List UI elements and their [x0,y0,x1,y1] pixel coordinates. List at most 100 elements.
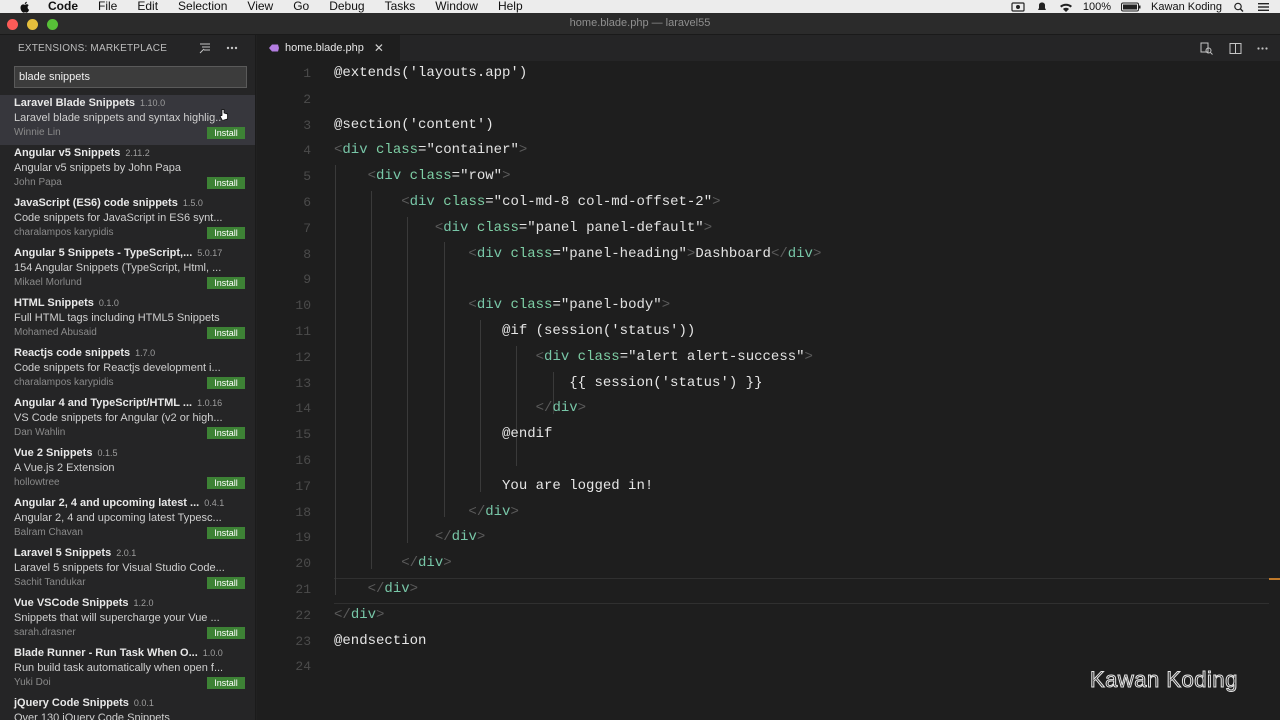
code-line[interactable]: 2 [257,87,1280,113]
extension-author: hollowtree [14,477,60,488]
code-line[interactable]: 15 @endif [257,422,1280,448]
code-line[interactable]: 9 [257,267,1280,293]
code-editor[interactable]: 1 @extends('layouts.app') 2 3 @section('cont… [257,61,1280,720]
line-number: 19 [295,530,311,546]
code-line[interactable]: 7 <div class="panel panel-default"> [257,216,1280,242]
extension-author: John Papa [14,177,62,188]
line-text: @endsection [334,632,427,649]
line-number: 6 [303,194,311,210]
line-number: 14 [295,401,311,417]
editor-tab-bar: home.blade.php ✕ [257,35,1280,61]
tab-home-blade[interactable]: home.blade.php ✕ [257,35,400,61]
extension-description: Code snippets for Reactjs development i.… [14,362,221,374]
split-editor-icon[interactable] [1229,42,1242,55]
code-line[interactable]: 23 @endsection [257,629,1280,655]
line-text: </div> [401,555,452,572]
line-text: <div class="row"> [367,168,511,185]
install-button[interactable]: Install [207,527,245,539]
code-line[interactable]: 4 <div class="container"> [257,138,1280,164]
clear-extensions-icon[interactable] [199,42,211,54]
install-button[interactable]: Install [207,377,245,389]
line-number: 20 [295,556,311,572]
code-line[interactable]: 22 </div> [257,603,1280,629]
code-line[interactable]: 20 </div> [257,551,1280,577]
spotlight-search-icon[interactable] [1232,2,1246,12]
code-lines: 1 @extends('layouts.app') 2 3 @section('cont… [257,61,1280,680]
install-button[interactable]: Install [207,127,245,139]
extension-item[interactable]: JavaScript (ES6) code snippets 1.5.0 Code… [0,195,255,245]
code-line[interactable]: 21 </div> [257,577,1280,603]
code-line[interactable]: 8 <div class="panel-heading">Dashboard</… [257,242,1280,268]
extension-item[interactable]: Angular 2, 4 and upcoming latest ... 0.4.… [0,495,255,545]
menu-window[interactable]: Window [435,0,478,13]
menu-app-code[interactable]: Code [48,0,78,13]
install-button[interactable]: Install [207,177,245,189]
line-text: <div class="container"> [334,142,528,159]
menu-tasks[interactable]: Tasks [385,0,416,13]
extension-item[interactable]: Vue VSCode Snippets 1.2.0 Snippets that w… [0,595,255,645]
extension-item[interactable]: Vue 2 Snippets 0.1.5 A Vue.js 2 Extension… [0,445,255,495]
extension-item[interactable]: jQuery Code Snippets 0.0.1 Over 130 jQuer… [0,695,255,720]
menu-help[interactable]: Help [498,0,523,13]
extension-version: 5.0.17 [197,248,223,258]
extension-item[interactable]: Angular 5 Snippets - TypeScript,... 5.0.1… [0,245,255,295]
code-line[interactable]: 18 </div> [257,500,1280,526]
code-line[interactable]: 12 <div class="alert alert-success"> [257,345,1280,371]
battery-icon[interactable] [1121,2,1141,12]
extension-author: Yuki Doi [14,677,51,688]
code-line[interactable]: 6 <div class="col-md-8 col-md-offset-2"> [257,190,1280,216]
close-tab-icon[interactable]: ✕ [374,41,384,55]
install-button[interactable]: Install [207,677,245,689]
code-line[interactable]: 5 <div class="row"> [257,164,1280,190]
notification-center-icon[interactable] [1256,2,1270,12]
menu-go[interactable]: Go [293,0,309,13]
user-name[interactable]: Kawan Koding [1151,1,1222,13]
extensions-search-input[interactable]: blade snippets [14,66,247,88]
extension-name: Angular 4 and TypeScript/HTML ... [14,397,193,409]
code-line[interactable]: 17 You are logged in! [257,474,1280,500]
install-button[interactable]: Install [207,577,245,589]
extension-item[interactable]: Blade Runner - Run Task When O... 1.0.0 R… [0,645,255,695]
sidebar-title: EXTENSIONS: MARKETPLACE [18,42,168,54]
open-changes-icon[interactable] [1200,42,1213,55]
menu-edit[interactable]: Edit [137,0,158,13]
menu-debug[interactable]: Debug [329,0,364,13]
extension-item[interactable]: HTML Snippets 0.1.0 Full HTML tags includ… [0,295,255,345]
install-button[interactable]: Install [207,277,245,289]
extension-name: Angular 2, 4 and upcoming latest ... [14,497,200,509]
line-text: <div class="panel-body"> [468,297,671,314]
line-number: 24 [295,659,311,675]
editor-more-actions-icon[interactable] [1256,42,1269,55]
code-line[interactable]: 19 </div> [257,525,1280,551]
menu-file[interactable]: File [98,0,117,13]
watermark-text: Kawan Koding [1090,667,1238,693]
editor-scrollbar[interactable] [1269,61,1280,720]
install-button[interactable]: Install [207,627,245,639]
extension-item[interactable]: Laravel 5 Snippets 2.0.1 Laravel 5 snippe… [0,545,255,595]
code-line[interactable]: 16 [257,448,1280,474]
code-line[interactable]: 1 @extends('layouts.app') [257,61,1280,87]
notification-icon[interactable] [1035,2,1049,12]
install-button[interactable]: Install [207,477,245,489]
apple-icon[interactable] [18,1,32,13]
extension-item[interactable]: Angular 4 and TypeScript/HTML ... 1.0.16 … [0,395,255,445]
code-line[interactable]: 13 {{ session('status') }} [257,371,1280,397]
code-line[interactable]: 11 @if (session('status')) [257,319,1280,345]
extension-description: Angular 2, 4 and upcoming latest Typesc.… [14,512,222,524]
extension-description: Run build task automatically when open f… [14,662,224,674]
extension-item[interactable]: Laravel Blade Snippets 1.10.0 Laravel bla… [0,95,255,145]
install-button[interactable]: Install [207,327,245,339]
code-line[interactable]: 3 @section('content') [257,113,1280,139]
wifi-icon[interactable] [1059,2,1073,12]
extension-item[interactable]: Angular v5 Snippets 2.11.2 Angular v5 sni… [0,145,255,195]
more-actions-icon[interactable] [225,41,239,55]
screen-record-icon[interactable] [1011,1,1025,12]
install-button[interactable]: Install [207,427,245,439]
code-line[interactable]: 10 <div class="panel-body"> [257,293,1280,319]
install-button[interactable]: Install [207,227,245,239]
code-line[interactable]: 14 </div> [257,396,1280,422]
menu-selection[interactable]: Selection [178,0,227,13]
menu-view[interactable]: View [247,0,273,13]
line-number: 11 [295,323,311,339]
extension-item[interactable]: Reactjs code snippets 1.7.0 Code snippets… [0,345,255,395]
